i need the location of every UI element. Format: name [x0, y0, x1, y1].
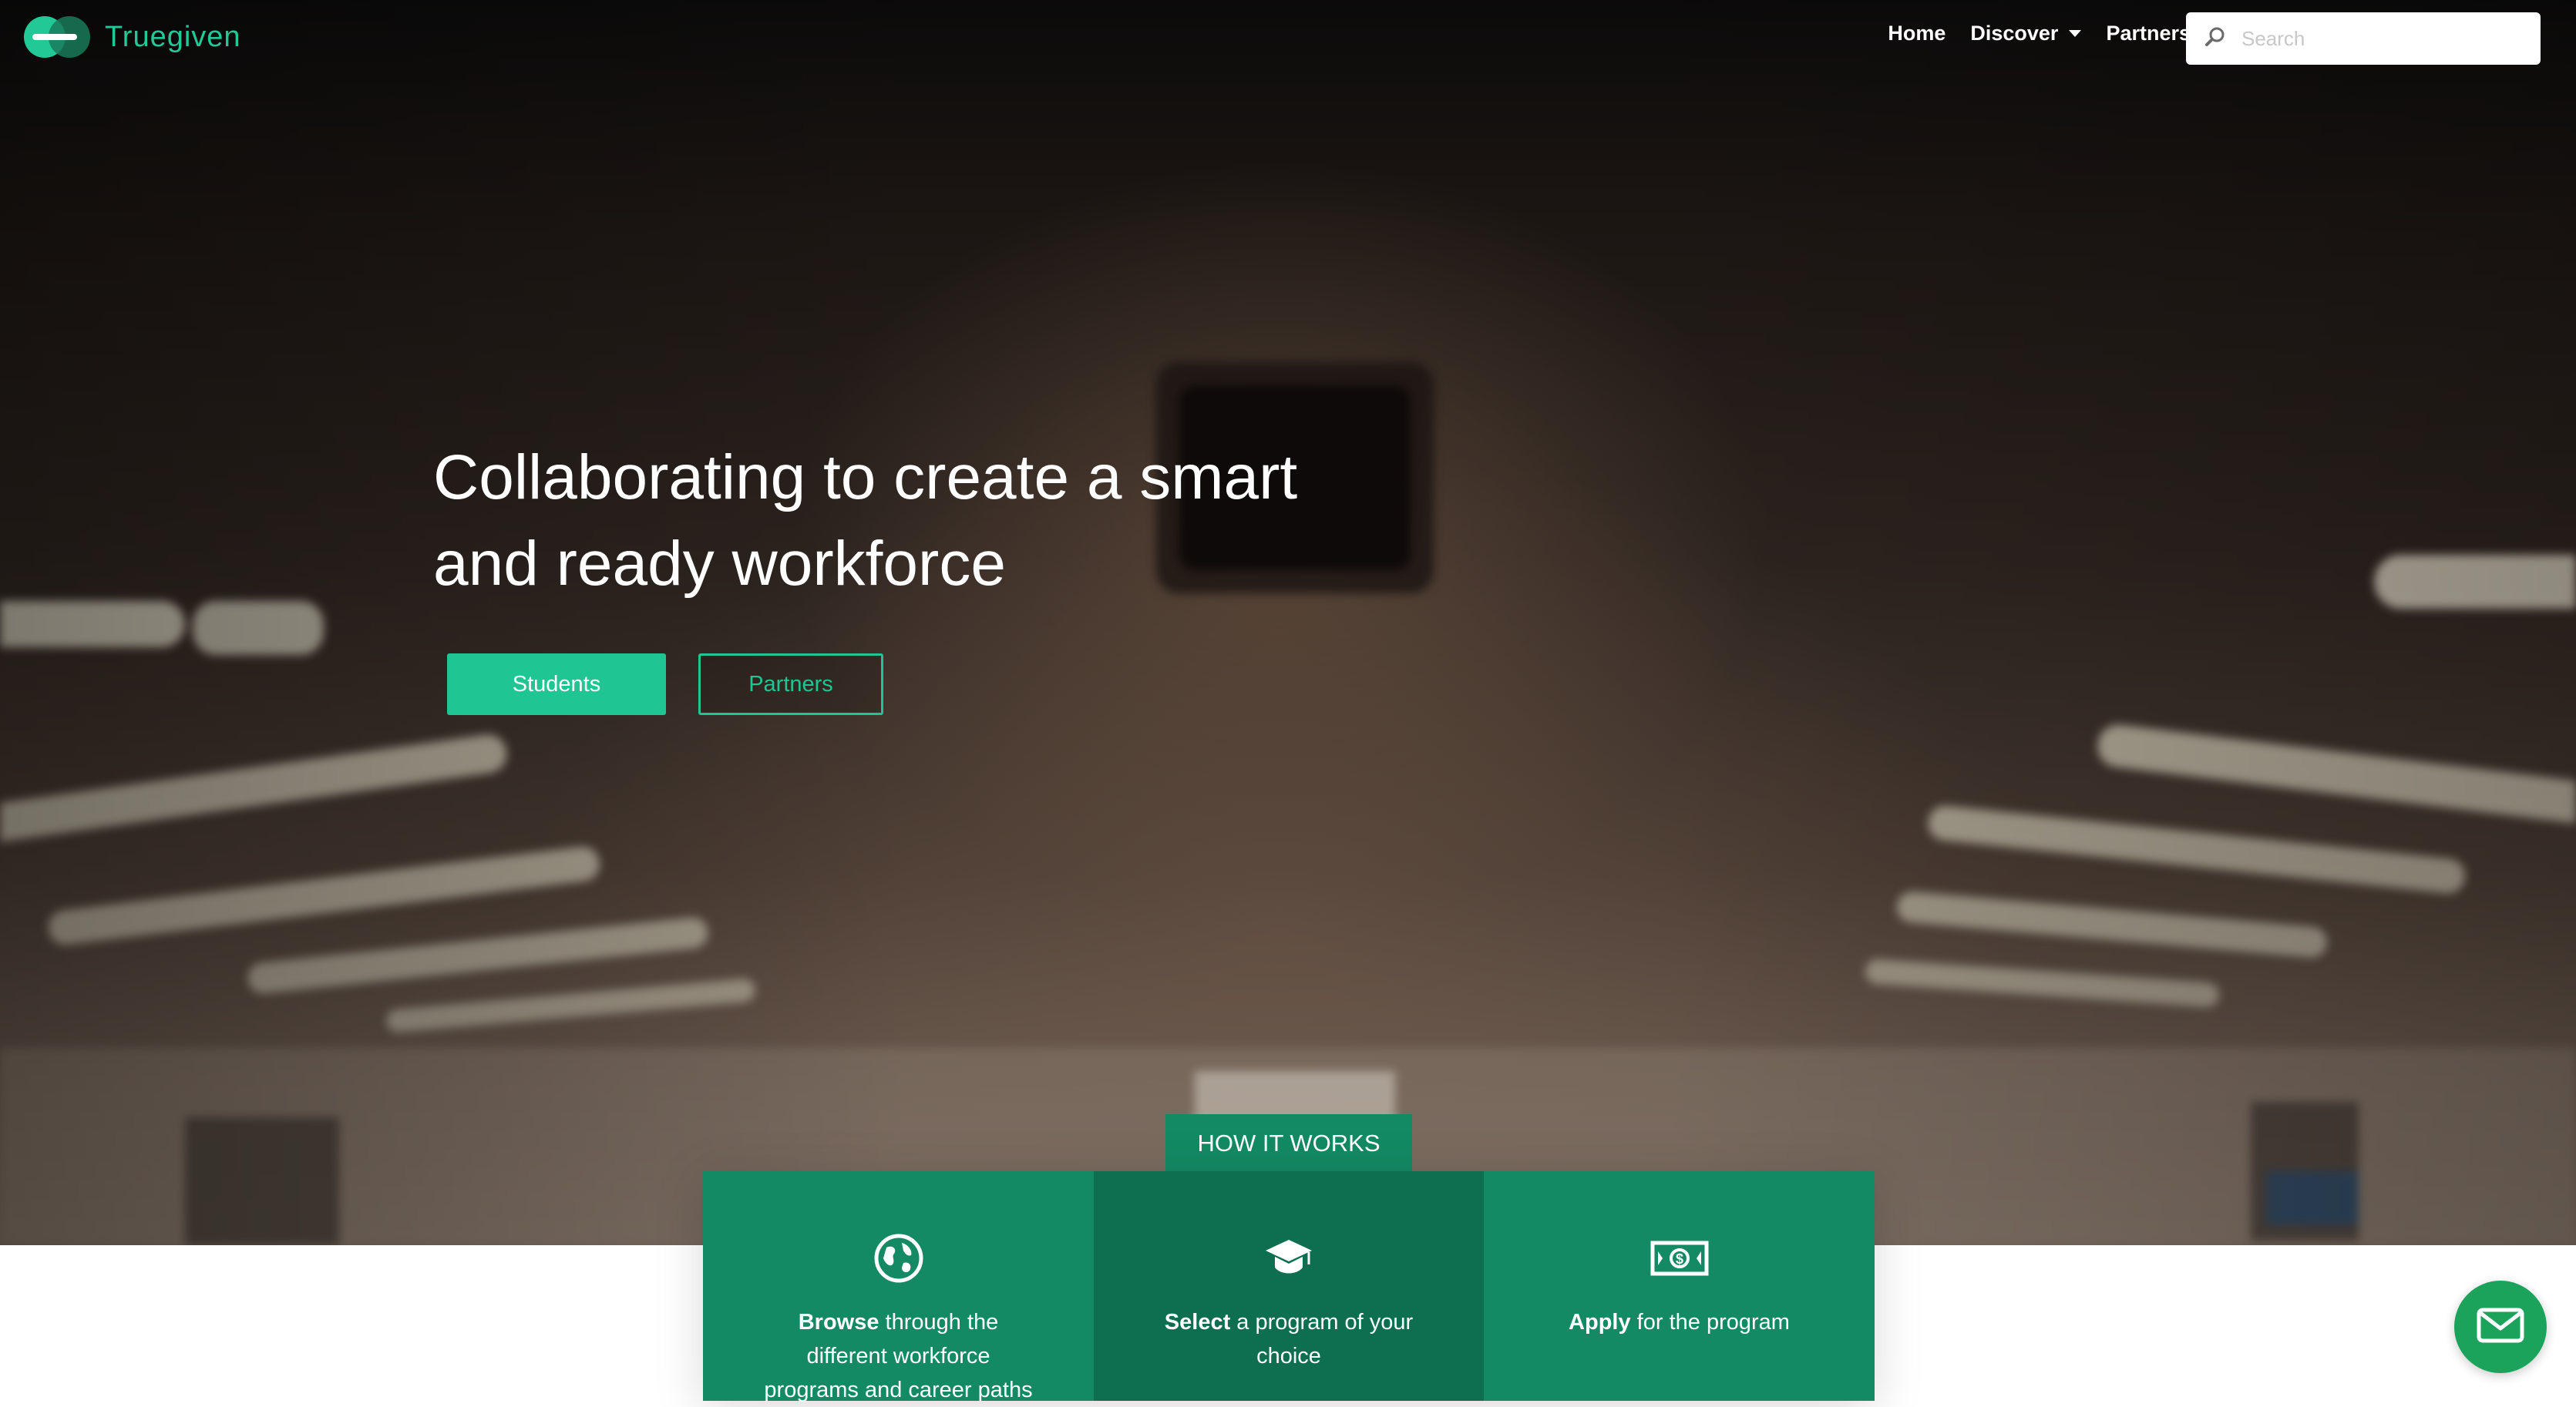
partners-button[interactable]: Partners	[698, 653, 883, 715]
logo-icon	[23, 15, 92, 59]
hero-headline-line2: and ready workforce	[433, 529, 1006, 599]
nav-discover-dropdown[interactable]: Discover	[1970, 22, 2082, 45]
how-it-works-title: HOW IT WORKS	[1165, 1114, 1412, 1173]
step-apply-bold: Apply	[1569, 1310, 1631, 1335]
caret-down-icon	[2069, 30, 2082, 37]
step-select-desc: a program of your choice	[1230, 1310, 1414, 1368]
navbar: Truegiven Home Discover Partners	[0, 0, 2576, 74]
brand-name: Truegiven	[105, 20, 241, 53]
brand-logo[interactable]: Truegiven	[23, 15, 241, 59]
nav-home-label: Home	[1888, 22, 1946, 45]
step-browse: Browse through the different workforce p…	[703, 1171, 1094, 1402]
globe-icon	[868, 1231, 930, 1285]
hero-buttons: Students Partners	[447, 653, 883, 715]
chat-button[interactable]	[2454, 1281, 2547, 1373]
step-browse-text: Browse through the different workforce p…	[760, 1305, 1037, 1407]
search-input[interactable]	[2240, 25, 2517, 52]
step-apply: $ Apply for the program	[1484, 1171, 1875, 1401]
how-it-works-steps: Browse through the different workforce p…	[703, 1171, 1875, 1402]
hero-content: Collaborating to create a smart and read…	[433, 435, 1358, 715]
money-icon: $	[1649, 1231, 1710, 1285]
step-select-bold: Select	[1164, 1310, 1231, 1335]
svg-text:$: $	[1675, 1251, 1683, 1267]
envelope-icon	[2477, 1308, 2524, 1347]
step-select: Select a program of your choice	[1094, 1171, 1484, 1401]
hero-headline: Collaborating to create a smart and read…	[433, 435, 1358, 607]
search-box	[2186, 12, 2541, 65]
hero-background	[0, 0, 2576, 1245]
search-icon	[2204, 26, 2226, 52]
step-select-text: Select a program of your choice	[1150, 1305, 1428, 1373]
nav-home-link[interactable]: Home	[1888, 22, 1945, 45]
graduation-cap-icon	[1258, 1231, 1320, 1285]
step-apply-desc: for the program	[1630, 1310, 1790, 1335]
hero-headline-line1: Collaborating to create a smart	[433, 442, 1298, 512]
step-browse-bold: Browse	[798, 1310, 879, 1335]
nav-menu: Home Discover Partners	[1863, 22, 2214, 45]
nav-partners-label: Partners	[2106, 22, 2191, 45]
students-button[interactable]: Students	[447, 653, 666, 715]
step-apply-text: Apply for the program	[1541, 1305, 1818, 1339]
nav-discover-label: Discover	[1970, 22, 2059, 45]
